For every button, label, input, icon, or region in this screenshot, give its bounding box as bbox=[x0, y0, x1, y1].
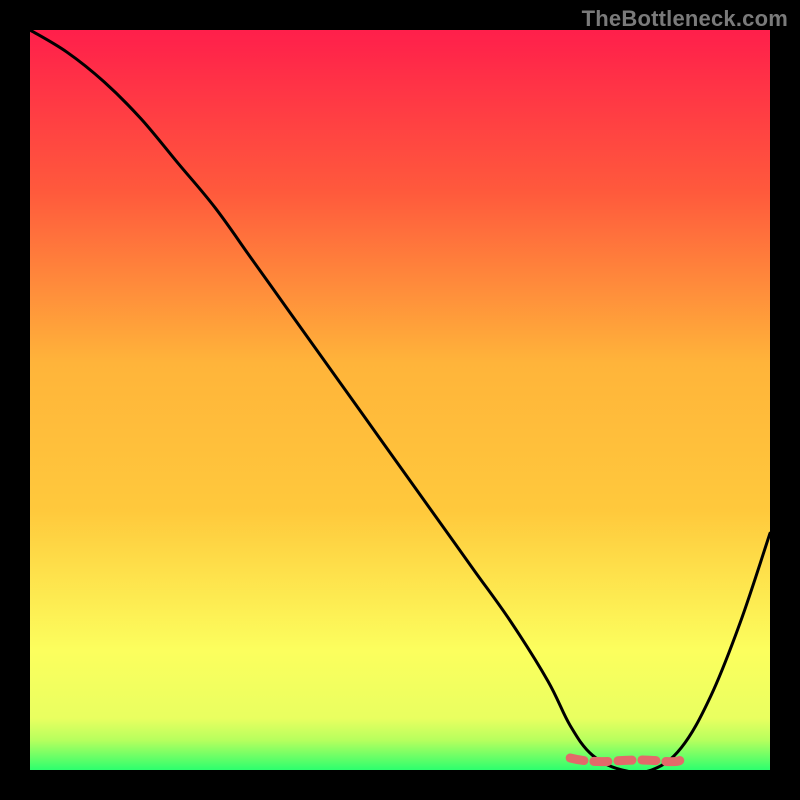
bottleneck-chart bbox=[30, 30, 770, 770]
chart-frame bbox=[30, 30, 770, 770]
watermark-text: TheBottleneck.com bbox=[582, 6, 788, 32]
gradient-background bbox=[30, 30, 770, 770]
optimal-range-highlight bbox=[570, 758, 681, 762]
